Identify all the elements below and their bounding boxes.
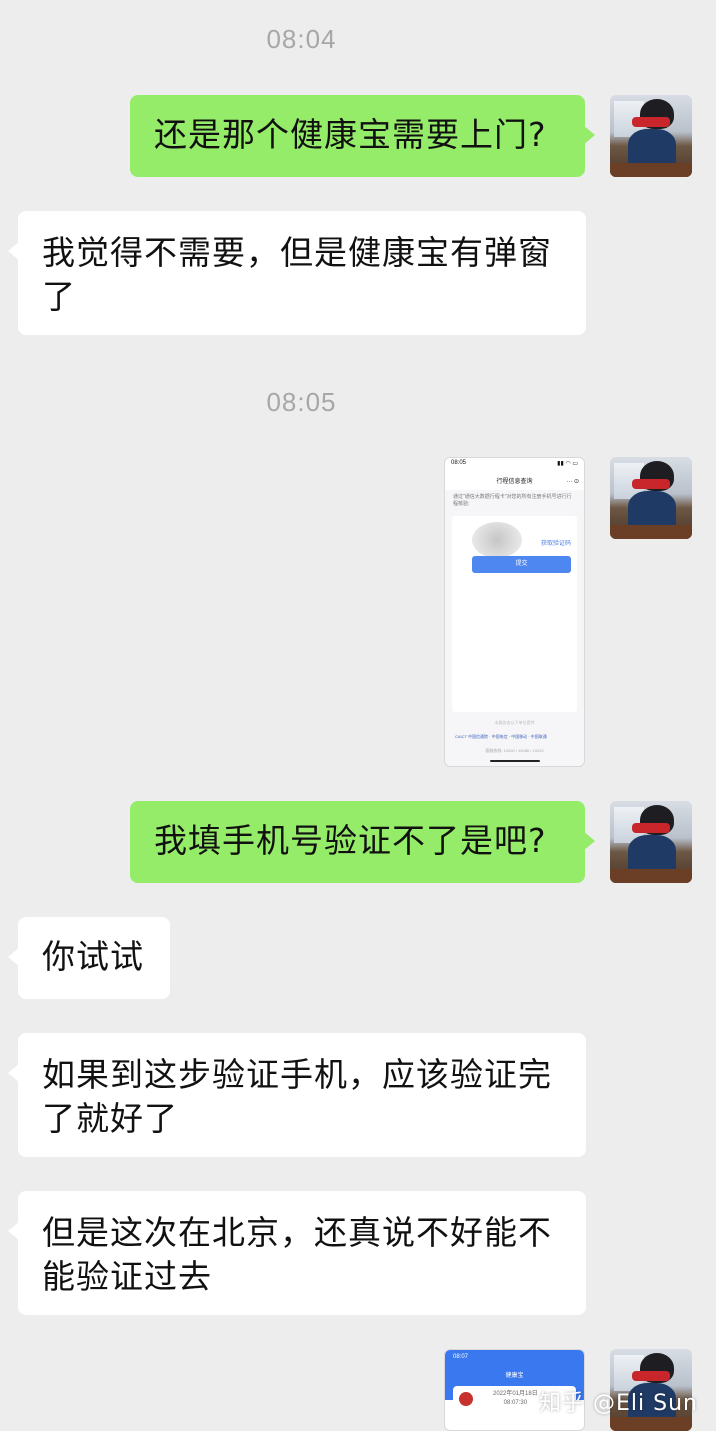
- nav-title: 健康宝: [505, 1373, 524, 1379]
- avatar-self[interactable]: [610, 457, 692, 539]
- message-text: 但是这次在北京，还真说不好能不能验证过去: [42, 1213, 552, 1296]
- status-time: 08:07: [453, 1354, 469, 1360]
- timestamp: 08:05: [266, 387, 337, 417]
- time-text: 08:07:30: [503, 1400, 528, 1406]
- footer-hotline: 客服热线: 10000 / 10086 / 10010: [485, 748, 544, 753]
- message-bubble-other[interactable]: 我觉得不需要，但是健康宝有弹窗了: [8, 211, 586, 335]
- avatar-self[interactable]: [610, 95, 692, 177]
- submit-button: 提交: [472, 556, 571, 573]
- message-text: 如果到这步验证手机，应该验证完了就好了: [42, 1055, 552, 1138]
- capsule-menu: ··· ⊙: [566, 479, 579, 485]
- footer-title: 本服务由以下单位提供: [494, 720, 535, 725]
- avatar-self[interactable]: [610, 801, 692, 883]
- get-code-link: 获取验证码: [540, 541, 571, 547]
- health-code-seal-icon: [459, 1392, 473, 1406]
- nav-title: 行程信息查询: [496, 479, 533, 485]
- home-indicator: [490, 760, 540, 762]
- timestamp: 08:04: [266, 24, 337, 54]
- message-text: 你试试: [42, 937, 144, 976]
- signal-icon: ▮▮ ◠ ▭: [557, 461, 578, 467]
- watermark: 知乎 @Eli Sun: [539, 1391, 698, 1416]
- desc-text: 通过"通信大数据行程卡"对您的所有注册手机号进行行程核验:: [453, 494, 572, 507]
- message-text: 我觉得不需要，但是健康宝有弹窗了: [42, 233, 552, 316]
- footer-carriers: CAICT 中国信通院 · 中国电信 · 中国移动 · 中国联通: [455, 734, 547, 739]
- message-bubble-other[interactable]: 但是这次在北京，还真说不好能不能验证过去: [8, 1191, 586, 1315]
- message-bubble-other[interactable]: 如果到这步验证手机，应该验证完了就好了: [8, 1033, 586, 1157]
- image-message-screenshot[interactable]: 08:05 ▮▮ ◠ ▭ 行程信息查询 ··· ⊙ 通过"通信大数据行程卡"对您…: [444, 457, 585, 767]
- status-time: 08:05: [451, 460, 467, 466]
- message-bubble-self[interactable]: 还是那个健康宝需要上门?: [130, 95, 595, 177]
- message-bubble-other[interactable]: 你试试: [8, 917, 170, 999]
- blurred-phone-number: [472, 522, 522, 558]
- message-bubble-self[interactable]: 我填手机号验证不了是吧?: [130, 801, 595, 883]
- message-text: 我填手机号验证不了是吧?: [154, 821, 547, 860]
- date-text: 2022年01月18日: [493, 1391, 538, 1397]
- message-text: 还是那个健康宝需要上门?: [154, 115, 547, 154]
